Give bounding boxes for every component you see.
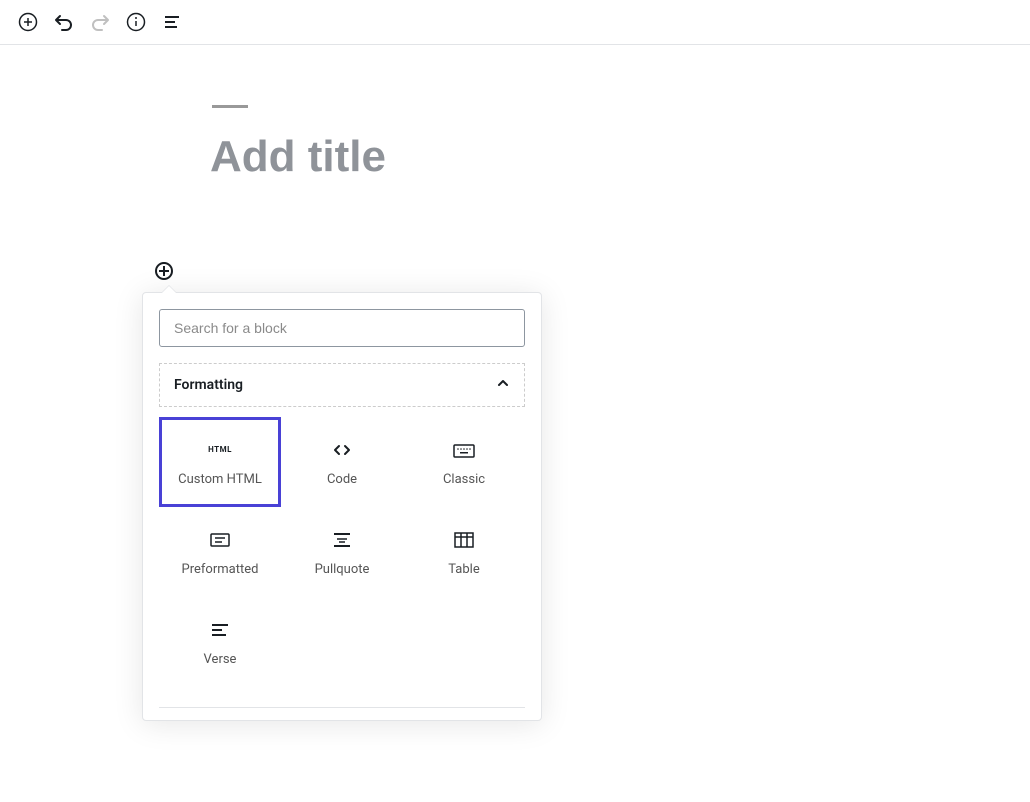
outline-button[interactable]	[160, 10, 184, 34]
info-icon	[126, 12, 146, 32]
undo-icon	[54, 12, 74, 32]
block-code[interactable]: Code	[281, 417, 403, 507]
category-label: Formatting	[174, 377, 243, 393]
title-decoration	[212, 105, 248, 108]
code-icon	[330, 438, 354, 462]
info-button[interactable]	[124, 10, 148, 34]
block-label: Preformatted	[182, 562, 259, 577]
preformatted-icon	[208, 528, 232, 552]
block-search-input[interactable]	[159, 309, 525, 347]
block-verse[interactable]: Verse	[159, 597, 281, 687]
redo-icon	[90, 12, 110, 32]
redo-button	[88, 10, 112, 34]
block-label: Pullquote	[315, 562, 370, 577]
chevron-up-icon	[496, 376, 510, 394]
inline-add-block-button[interactable]	[155, 262, 173, 280]
top-toolbar	[0, 0, 1030, 45]
pullquote-icon	[330, 528, 354, 552]
block-pullquote[interactable]: Pullquote	[281, 507, 403, 597]
inserter-divider	[159, 707, 525, 708]
outline-icon	[163, 13, 181, 31]
keyboard-icon	[452, 438, 476, 462]
add-block-toolbar-button[interactable]	[16, 10, 40, 34]
block-label: Code	[327, 472, 357, 487]
html-icon: HTML	[208, 438, 232, 462]
post-title-input[interactable]	[210, 132, 810, 182]
add-circle-icon	[18, 12, 38, 32]
block-table[interactable]: Table	[403, 507, 525, 597]
plus-icon	[159, 266, 169, 276]
block-custom-html[interactable]: HTML Custom HTML	[159, 417, 281, 507]
block-label: Classic	[443, 472, 485, 487]
editor-content	[0, 45, 1030, 182]
block-grid: HTML Custom HTML Code Classic Preformatt…	[143, 407, 541, 707]
block-label: Custom HTML	[178, 472, 262, 487]
verse-icon	[210, 618, 230, 642]
undo-button[interactable]	[52, 10, 76, 34]
block-classic[interactable]: Classic	[403, 417, 525, 507]
block-label: Table	[448, 562, 479, 577]
block-label: Verse	[204, 652, 237, 667]
block-preformatted[interactable]: Preformatted	[159, 507, 281, 597]
block-inserter-panel: Formatting HTML Custom HTML Code Classic…	[142, 292, 542, 721]
table-icon	[453, 528, 475, 552]
category-formatting-header[interactable]: Formatting	[159, 363, 525, 407]
